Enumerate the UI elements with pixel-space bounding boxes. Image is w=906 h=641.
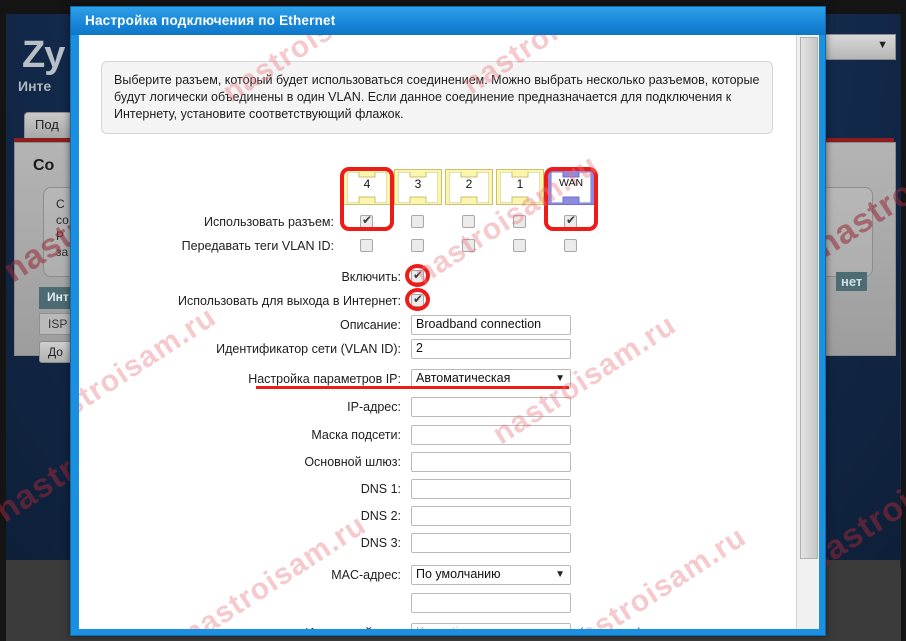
port-icon-4[interactable]: 4 xyxy=(343,169,391,205)
dns1-input[interactable] xyxy=(411,479,571,499)
subnet-row: Маска подсети: xyxy=(79,425,797,447)
use-port-checkbox-4[interactable] xyxy=(360,213,373,228)
subnet-label: Маска подсети: xyxy=(311,428,401,442)
description-row: Описание: Broadband connection xyxy=(79,315,797,337)
device-name-input[interactable]: Keenetic xyxy=(411,623,571,629)
ports-block: 4 3 2 1 WAN Использовать разъем: ✔ ✔ Пер… xyxy=(79,169,797,259)
chevron-down-icon: ▼ xyxy=(555,373,565,384)
chevron-down-icon: ▼ xyxy=(555,569,565,580)
mac-row: MAC-адрес: По умолчанию ▼ xyxy=(79,565,797,587)
vlan-id-row: Идентификатор сети (VLAN ID): 2 xyxy=(79,339,797,361)
vlan-tag-checkbox-1[interactable] xyxy=(513,239,526,252)
vlan-tag-label: Передавать теги VLAN ID: xyxy=(181,239,334,253)
ip-address-label: IP-адрес: xyxy=(347,400,401,414)
enable-checkbox[interactable] xyxy=(411,268,424,283)
use-port-checkbox-3[interactable] xyxy=(411,215,424,228)
internet-label: Использовать для выхода в Интернет: xyxy=(177,294,401,308)
scrollbar-thumb[interactable] xyxy=(800,37,818,559)
vlan-tag-checkbox-3[interactable] xyxy=(411,239,424,252)
background-panel-title: Со xyxy=(33,157,55,174)
ip-settings-value: Автоматическая xyxy=(416,371,511,385)
dialog-title: Настройка подключения по Ethernet xyxy=(71,7,825,35)
vlan-id-input[interactable]: 2 xyxy=(411,339,571,359)
dns2-label: DNS 2: xyxy=(360,509,401,523)
device-name-label: Имя устройства: xyxy=(79,626,401,629)
port-label: 2 xyxy=(465,177,473,191)
mac-label: MAC-адрес: xyxy=(331,568,401,582)
mac-value: По умолчанию xyxy=(416,567,501,581)
enable-label: Включить: xyxy=(341,270,401,284)
internet-checkbox[interactable] xyxy=(411,292,424,307)
vlan-tag-checkbox-2[interactable] xyxy=(462,239,475,252)
device-name-row: Имя устройства: Keenetic (изменить) xyxy=(79,623,797,629)
dialog-info-panel: Выберите разъем, который будет использов… xyxy=(101,61,773,134)
use-port-row: Использовать разъем: xyxy=(79,213,797,235)
ip-settings-label: Настройка параметров IP: xyxy=(248,372,401,386)
dns3-label: DNS 3: xyxy=(360,536,401,550)
port-icon-3[interactable]: 3 xyxy=(394,169,442,205)
background-subtitle: Инте xyxy=(18,78,52,94)
port-label: 4 xyxy=(363,177,371,191)
zyxel-logo: Zy xyxy=(22,34,65,76)
gateway-label: Основной шлюз: xyxy=(304,455,401,469)
ethernet-connection-dialog: Настройка подключения по Ethernet Выбери… xyxy=(70,6,826,636)
vlan-tag-checkbox-4[interactable] xyxy=(360,239,373,252)
gateway-input[interactable] xyxy=(411,452,571,472)
port-icon-wan[interactable]: WAN xyxy=(547,169,595,205)
port-icon-1[interactable]: 1 xyxy=(496,169,544,205)
use-port-checkbox-1[interactable] xyxy=(513,215,526,228)
description-input[interactable]: Broadband connection xyxy=(411,315,571,335)
subnet-input[interactable] xyxy=(411,425,571,445)
mac-custom-input[interactable] xyxy=(411,593,571,613)
port-label: 1 xyxy=(516,177,524,191)
ip-address-input[interactable] xyxy=(411,397,571,417)
vlan-tag-checkbox-wan[interactable] xyxy=(564,239,577,252)
dns1-label: DNS 1: xyxy=(360,482,401,496)
enable-row: Включить: xyxy=(79,267,797,289)
dns3-input[interactable] xyxy=(411,533,571,553)
dns1-row: DNS 1: xyxy=(79,479,797,501)
port-label: 3 xyxy=(414,177,422,191)
highlight-ip-settings-underline xyxy=(256,386,569,389)
dns2-input[interactable] xyxy=(411,506,571,526)
dialog-body: Выберите разъем, который будет использов… xyxy=(79,35,819,629)
background-right-fragment: нет xyxy=(836,272,868,291)
mac-select[interactable]: По умолчанию ▼ xyxy=(411,565,571,585)
background-language-select[interactable]: ▼ xyxy=(822,34,896,60)
internet-row: Использовать для выхода в Интернет: xyxy=(79,291,797,313)
mac-custom-row xyxy=(79,593,797,615)
use-port-label: Использовать разъем: xyxy=(204,215,334,229)
use-port-checkbox-2[interactable] xyxy=(462,215,475,228)
vlan-id-label: Идентификатор сети (VLAN ID): xyxy=(216,342,401,356)
use-port-checkbox-wan[interactable] xyxy=(564,213,577,228)
dialog-content: Выберите разъем, который будет использов… xyxy=(79,35,797,629)
gateway-row: Основной шлюз: xyxy=(79,452,797,474)
description-label: Описание: xyxy=(340,318,401,332)
device-name-change-link[interactable]: (изменить) xyxy=(579,626,642,629)
port-icon-2[interactable]: 2 xyxy=(445,169,493,205)
dialog-scrollbar[interactable] xyxy=(796,35,819,629)
vlan-tag-row: Передавать теги VLAN ID: xyxy=(79,237,797,259)
dns2-row: DNS 2: xyxy=(79,506,797,528)
dns3-row: DNS 3: xyxy=(79,533,797,555)
chevron-down-icon: ▼ xyxy=(877,39,888,51)
ip-address-row: IP-адрес: xyxy=(79,397,797,419)
port-label: WAN xyxy=(558,177,584,189)
